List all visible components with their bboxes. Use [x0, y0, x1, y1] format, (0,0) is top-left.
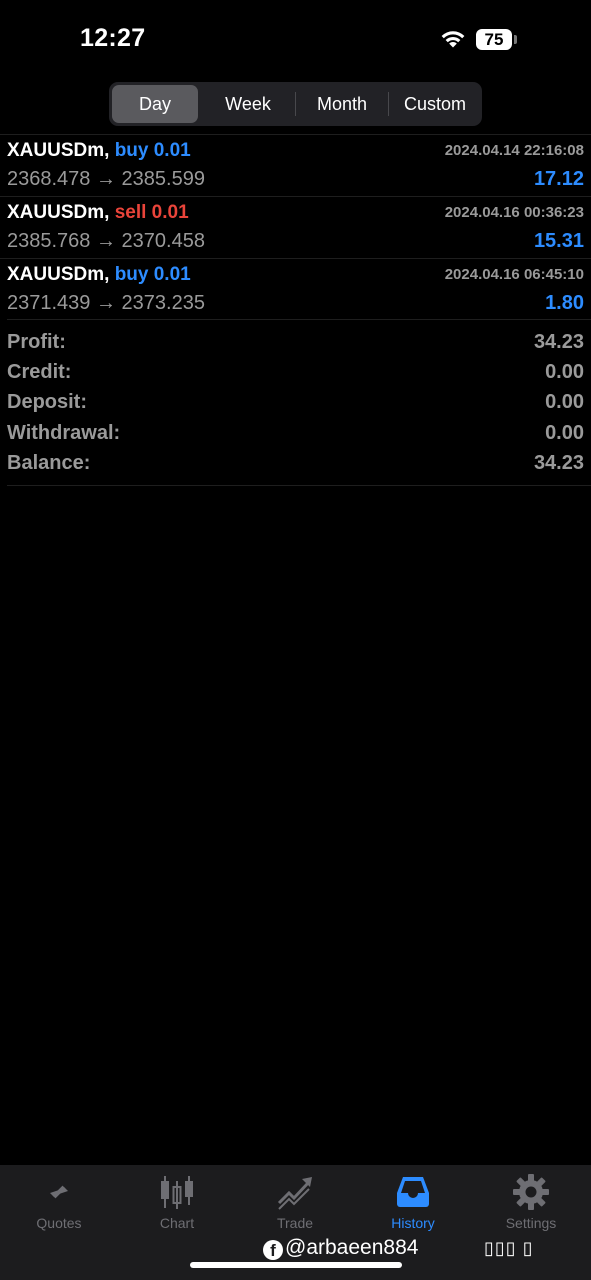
- summary-label: Balance:: [7, 451, 91, 474]
- summary-label: Withdrawal:: [7, 421, 121, 444]
- deal-row[interactable]: XAUUSDm, sell 0.01 2024.04.16 00:36:23 2…: [0, 196, 591, 258]
- tabbar-label: Quotes: [36, 1215, 82, 1231]
- tabbar-label: History: [391, 1215, 435, 1231]
- symbol-label: XAUUSDm,: [7, 264, 110, 285]
- watermark-glyphs: ▯▯▯ ▯: [484, 1238, 534, 1258]
- tab-week[interactable]: Week: [205, 85, 291, 123]
- deal-row[interactable]: XAUUSDm, buy 0.01 2024.04.16 06:45:10 23…: [0, 258, 591, 320]
- deal-prices: 2368.478 → 2385.599: [7, 168, 205, 190]
- summary-row-withdrawal: Withdrawal: 0.00: [7, 419, 591, 449]
- deal-profit: 1.80: [545, 292, 584, 314]
- tabbar-item-quotes[interactable]: Quotes: [0, 1173, 118, 1239]
- summary-row-profit: Profit: 34.23: [7, 328, 591, 358]
- tabbar-item-history[interactable]: History: [354, 1173, 472, 1239]
- wifi-icon: [441, 31, 465, 48]
- symbol-label: XAUUSDm,: [7, 202, 110, 223]
- deal-profit: 15.31: [533, 230, 584, 252]
- deal-type: buy 0.01: [114, 264, 191, 285]
- deal-profit: 17.12: [533, 168, 584, 190]
- tabbar-label: Settings: [505, 1215, 557, 1231]
- summary-row-credit: Credit: 0.00: [7, 358, 591, 388]
- trade-icon: [277, 1177, 312, 1210]
- deal-row[interactable]: XAUUSDm, buy 0.01 2024.04.14 22:16:08 23…: [0, 134, 591, 196]
- summary-label: Profit:: [7, 331, 66, 353]
- segment-divider: [295, 92, 296, 116]
- summary-label: Deposit:: [7, 391, 87, 414]
- summary-label: Credit:: [7, 361, 72, 384]
- tabbar-item-trade[interactable]: Trade: [236, 1173, 354, 1239]
- deal-time: 2024.04.16 00:36:23: [444, 204, 584, 221]
- chart-icon: [161, 1176, 193, 1209]
- summary-row-deposit: Deposit: 0.00: [7, 388, 591, 418]
- settings-icon: [513, 1174, 549, 1210]
- tab-custom[interactable]: Custom: [391, 85, 479, 123]
- facebook-icon: f: [263, 1240, 283, 1260]
- status-bar: 12:27 75: [0, 0, 591, 80]
- watermark-handle: @arbaeen884: [285, 1236, 419, 1259]
- symbol-label: XAUUSDm,: [7, 140, 110, 161]
- deals-list: XAUUSDm, buy 0.01 2024.04.14 22:16:08 23…: [0, 134, 591, 320]
- deal-prices: 2385.768 → 2370.458: [7, 230, 205, 252]
- period-segmented-control: Day Week Month Custom: [109, 82, 482, 126]
- segment-divider: [388, 92, 389, 116]
- status-time: 12:27: [80, 24, 146, 52]
- deal-symbol: XAUUSDm, buy 0.01: [7, 264, 191, 286]
- tab-day[interactable]: Day: [112, 85, 198, 123]
- tabbar-item-chart[interactable]: Chart: [118, 1173, 236, 1239]
- summary-value: 0.00: [545, 361, 584, 384]
- deal-symbol: XAUUSDm, sell 0.01: [7, 202, 189, 224]
- home-indicator[interactable]: [190, 1262, 402, 1268]
- tabbar-label: Trade: [276, 1215, 314, 1231]
- quotes-icon: [46, 1179, 72, 1205]
- deal-type: sell 0.01: [114, 202, 189, 223]
- summary-value: 0.00: [545, 391, 584, 414]
- deal-time: 2024.04.14 22:16:08: [444, 142, 584, 159]
- deal-type: buy 0.01: [114, 140, 191, 161]
- battery-tip: [514, 35, 517, 44]
- summary-row-balance: Balance: 34.23: [7, 449, 591, 479]
- history-summary: Profit: 34.23 Credit: 0.00 Deposit: 0.00…: [7, 319, 591, 486]
- deal-time: 2024.04.16 06:45:10: [444, 266, 584, 283]
- summary-value: 0.00: [545, 421, 584, 444]
- battery-indicator: 75: [476, 29, 512, 50]
- deal-prices: 2371.439 → 2373.235: [7, 292, 205, 314]
- summary-value: 34.23: [533, 451, 584, 474]
- summary-value: 34.23: [533, 331, 584, 353]
- deal-symbol: XAUUSDm, buy 0.01: [7, 140, 191, 162]
- history-icon: [397, 1177, 429, 1207]
- tabbar-item-settings[interactable]: Settings: [472, 1173, 590, 1239]
- tab-month[interactable]: Month: [299, 85, 385, 123]
- facebook-watermark: f @arbaeen884: [263, 1236, 418, 1260]
- tabbar-label: Chart: [159, 1215, 195, 1231]
